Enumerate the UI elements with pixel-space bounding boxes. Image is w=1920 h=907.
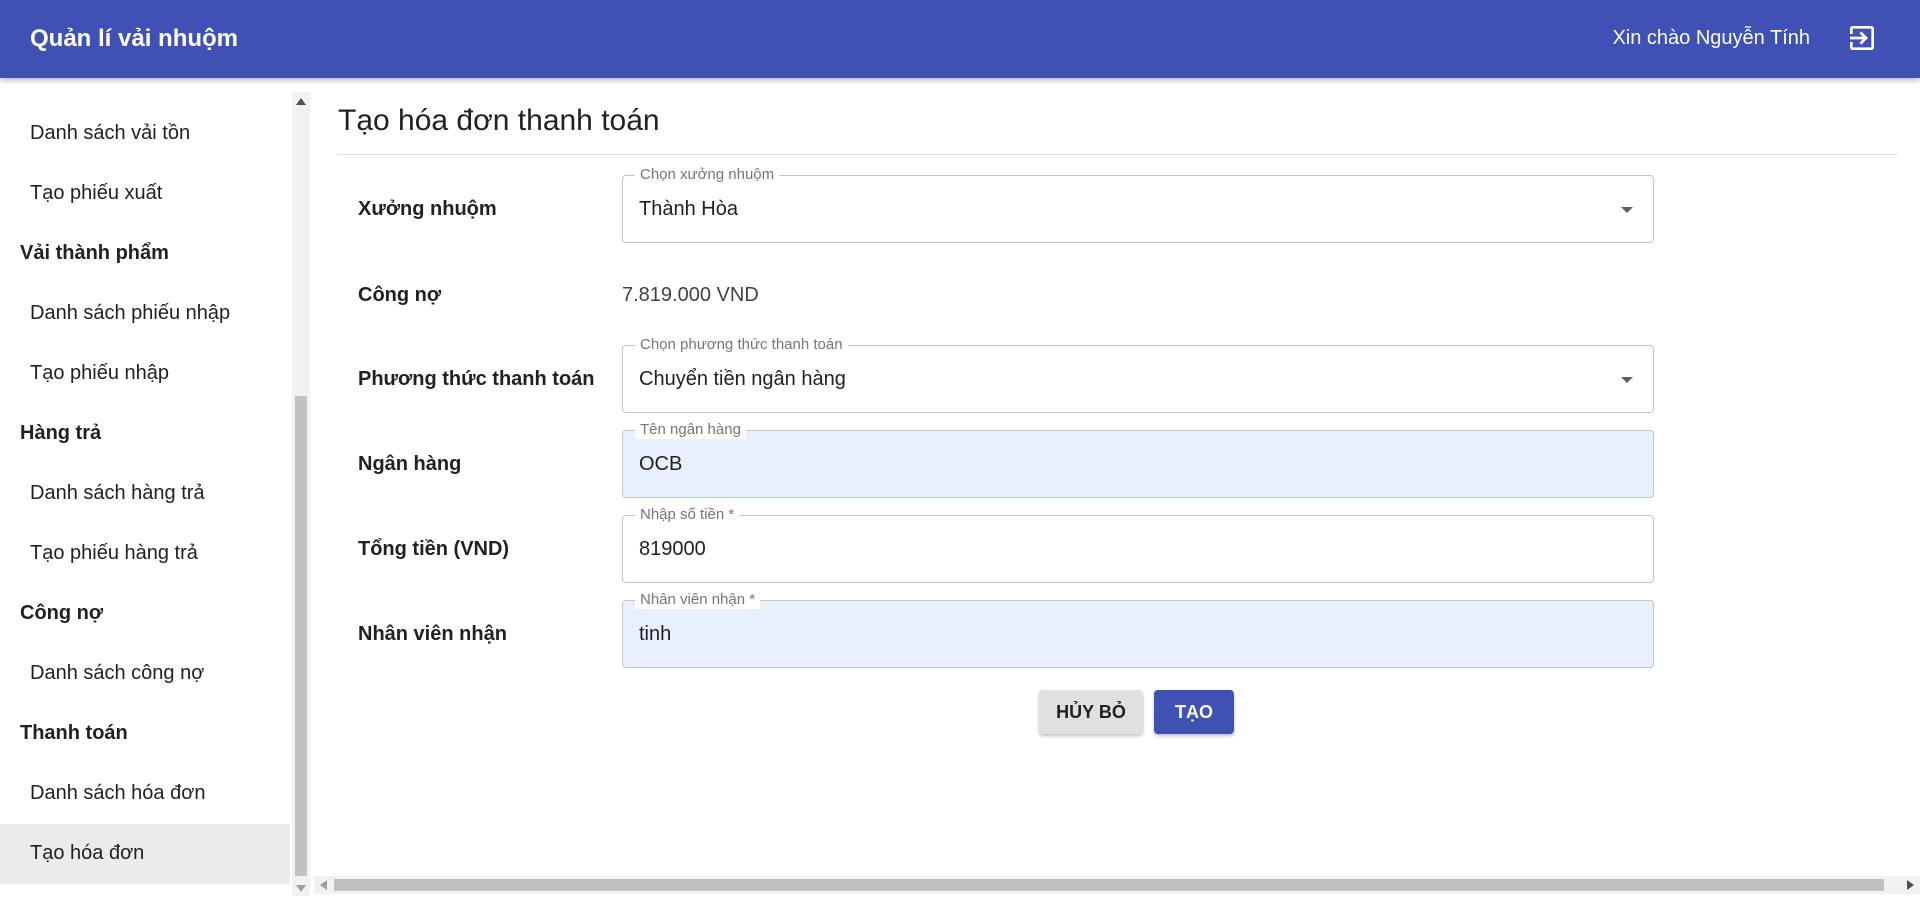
payment-method-value: Chuyển tiền ngân hàng [639, 368, 846, 390]
sidebar-item-import-slip-list[interactable]: Danh sách phiếu nhập [0, 284, 290, 344]
debt-label: Công nợ [358, 284, 442, 306]
sidebar: Danh sách vải tồn Tạo phiếu xuất Vải thà… [0, 78, 290, 896]
debt-value: 7.819.000 VND [622, 284, 759, 306]
amount-label: Tổng tiền (VND) [358, 538, 510, 560]
title-divider [338, 154, 1898, 155]
receiver-value: tinh [639, 623, 672, 645]
sidebar-item-label: Tạo phiếu nhập [30, 362, 170, 384]
sidebar-item-label: Tạo phiếu hàng trả [30, 542, 198, 564]
scroll-right-icon[interactable] [1907, 880, 1914, 890]
scroll-up-icon[interactable] [296, 98, 306, 105]
sidebar-item-label: Danh sách hàng trả [30, 482, 205, 504]
sidebar-scrollbar[interactable] [292, 92, 310, 896]
scrollbar-thumb[interactable] [334, 879, 1884, 891]
receiver-label: Nhân viên nhận [358, 623, 507, 645]
sidebar-item-label: Tạo hóa đơn [30, 842, 145, 864]
sidebar-group-debt: Công nợ [0, 584, 290, 644]
sidebar-item-create-invoice[interactable]: Tạo hóa đơn [0, 824, 290, 884]
sidebar-group-label: Công nợ [20, 602, 104, 624]
sidebar-item-label: Danh sách vải tồn [30, 122, 191, 144]
amount-legend: Nhập số tiền * [635, 506, 740, 524]
sidebar-item-invoice-list[interactable]: Danh sách hóa đơn [0, 764, 290, 824]
horizontal-scrollbar[interactable] [314, 876, 1920, 894]
main-content: Tạo hóa đơn thanh toán Xưởng nhuộm Chọn … [314, 78, 1920, 876]
receiver-field[interactable]: Nhân viên nhận * tinh [622, 591, 1654, 668]
amount-field[interactable]: Nhập số tiền * 819000 [622, 506, 1654, 583]
sidebar-item-label: Danh sách công nợ [30, 662, 205, 684]
sidebar-item-debt-list[interactable]: Danh sách công nợ [0, 644, 290, 704]
arrow-drop-down-icon[interactable] [1621, 377, 1633, 383]
sidebar-item-create-export-slip[interactable]: Tạo phiếu xuất [0, 164, 290, 224]
bank-label: Ngân hàng [358, 453, 462, 475]
sidebar-group-label: Vải thành phẩm [20, 242, 169, 264]
payment-method-select[interactable]: Chọn phương thức thanh toán Chuyển tiền … [622, 336, 1654, 413]
scrollbar-thumb[interactable] [295, 396, 307, 876]
scroll-left-icon[interactable] [320, 880, 327, 890]
sidebar-item-returns-list[interactable]: Danh sách hàng trả [0, 464, 290, 524]
sidebar-item-create-return-slip[interactable]: Tạo phiếu hàng trả [0, 524, 290, 584]
workshop-label: Xưởng nhuộm [358, 198, 497, 220]
amount-value: 819000 [639, 538, 706, 560]
page-title: Tạo hóa đơn thanh toán [338, 104, 660, 137]
sidebar-item-create-import-slip[interactable]: Tạo phiếu nhập [0, 344, 290, 404]
cancel-button[interactable]: HỦY BỎ [1039, 690, 1143, 734]
sidebar-group-finished-fabric: Vải thành phẩm [0, 224, 290, 284]
logout-icon[interactable] [1846, 22, 1878, 54]
app-bar: Quản lí vải nhuộm Xin chào Nguyễn Tính [0, 0, 1920, 78]
sidebar-item-label: Danh sách hóa đơn [30, 782, 206, 804]
receiver-legend: Nhân viên nhận * [635, 591, 761, 609]
workshop-legend: Chọn xưởng nhuộm [635, 166, 780, 184]
sidebar-item-label: Tạo phiếu xuất [30, 182, 163, 204]
sidebar-group-payment: Thanh toán [0, 704, 290, 764]
bank-name-legend: Tên ngân hàng [635, 421, 746, 439]
workshop-value: Thành Hòa [639, 198, 738, 220]
payment-method-legend: Chọn phương thức thanh toán [635, 336, 848, 354]
sidebar-item-label: Danh sách phiếu nhập [30, 302, 231, 324]
workshop-select[interactable]: Chọn xưởng nhuộm Thành Hòa [622, 166, 1654, 243]
sidebar-group-label: Thanh toán [20, 722, 128, 744]
bank-name-field[interactable]: Tên ngân hàng OCB [622, 421, 1654, 498]
create-button[interactable]: TẠO [1154, 690, 1234, 734]
arrow-drop-down-icon[interactable] [1621, 207, 1633, 213]
sidebar-item-fabric-stock-list[interactable]: Danh sách vải tồn [0, 104, 290, 164]
sidebar-group-returns: Hàng trả [0, 404, 290, 464]
scroll-down-icon[interactable] [296, 885, 306, 892]
user-greeting: Xin chào Nguyễn Tính [1612, 27, 1810, 49]
sidebar-group-label: Hàng trả [20, 422, 102, 444]
payment-method-label: Phương thức thanh toán [358, 368, 595, 390]
bank-name-value: OCB [639, 453, 683, 475]
app-title: Quản lí vải nhuộm [30, 25, 239, 52]
